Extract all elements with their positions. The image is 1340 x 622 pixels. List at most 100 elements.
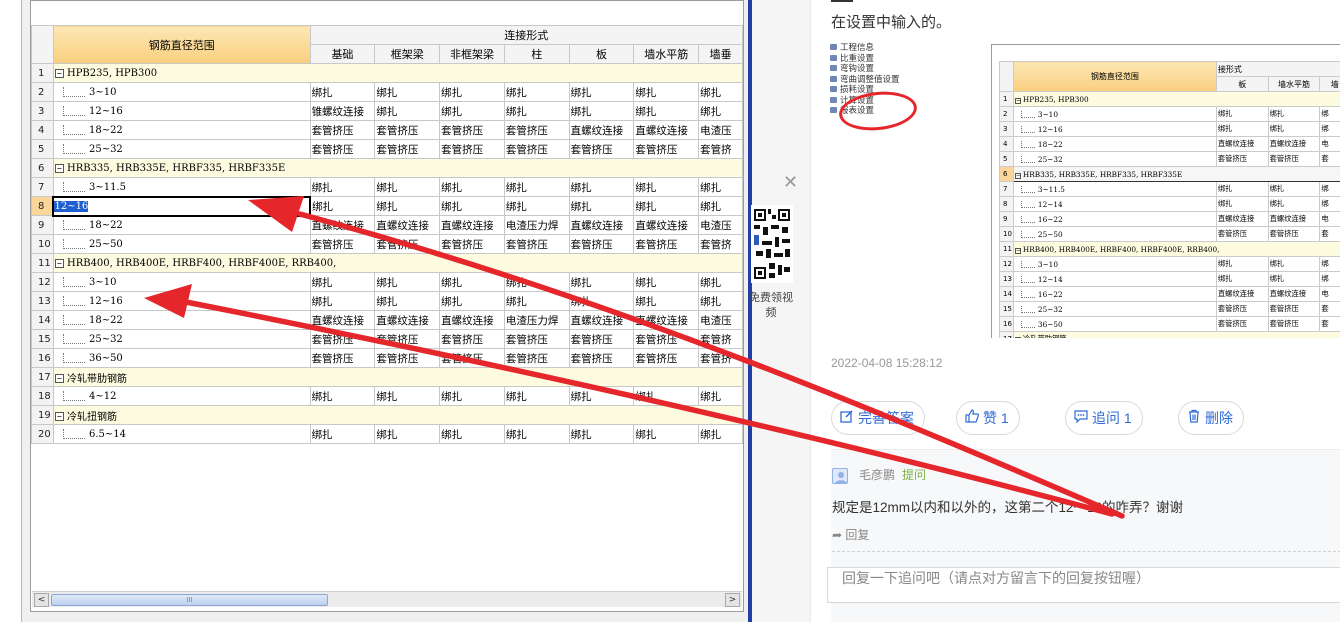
table-row[interactable]: 1− HPB235, HPB300 <box>31 63 743 83</box>
column-header[interactable]: 墙垂 <box>698 44 743 64</box>
scroll-thumb[interactable]: III <box>51 594 328 606</box>
row-number[interactable]: 11 <box>31 253 54 273</box>
connection-cell[interactable]: 绑扎 <box>698 386 743 406</box>
range-cell[interactable]: 18~22 <box>52 310 311 330</box>
like-button[interactable]: 赞 1 <box>956 401 1020 435</box>
connection-cell[interactable]: 套管挤压 <box>568 329 635 349</box>
connection-cell[interactable]: 绑扎 <box>439 424 505 444</box>
range-cell[interactable]: 18~22 <box>52 215 311 235</box>
connection-cell[interactable]: 绑扎 <box>698 82 743 102</box>
connection-cell[interactable]: 电渣压 <box>698 120 743 140</box>
row-number[interactable]: 6 <box>31 158 54 178</box>
connection-cell[interactable]: 直螺纹连接 <box>309 310 376 330</box>
connection-cell[interactable]: 套管挤压 <box>309 348 376 368</box>
connection-cell[interactable]: 套管挤压 <box>633 139 700 159</box>
connection-cell[interactable]: 绑扎 <box>633 177 700 197</box>
connection-cell[interactable]: 直螺纹连接 <box>633 310 700 330</box>
collapse-toggle-icon[interactable]: − <box>54 163 64 173</box>
connection-cell[interactable]: 绑扎 <box>568 424 635 444</box>
connection-cell[interactable]: 绑扎 <box>439 272 505 292</box>
connection-cell[interactable]: 套管挤压 <box>633 234 700 254</box>
range-cell[interactable]: 12~16 <box>52 291 311 311</box>
connection-cell[interactable]: 直螺纹连接 <box>568 120 635 140</box>
connection-cell[interactable]: 套管挤压 <box>309 139 376 159</box>
connection-cell[interactable]: 绑扎 <box>439 196 505 216</box>
connection-cell[interactable]: 绑扎 <box>374 272 441 292</box>
connection-cell[interactable]: 电渣压力焊 <box>503 215 570 235</box>
connection-cell[interactable]: 绑扎 <box>568 291 635 311</box>
connection-cell[interactable]: 绑扎 <box>503 272 570 292</box>
connection-cell[interactable]: 绑扎 <box>374 101 441 121</box>
group-label-cell[interactable]: − HRB400, HRB400E, HRBF400, HRBF400E, RRB… <box>52 253 743 273</box>
row-number[interactable]: 5 <box>31 139 54 159</box>
row-number[interactable]: 20 <box>31 424 54 444</box>
connection-cell[interactable]: 绑扎 <box>633 196 700 216</box>
connection-cell[interactable]: 绑扎 <box>503 177 570 197</box>
row-number[interactable]: 8 <box>31 196 54 216</box>
row-number[interactable]: 1 <box>31 63 54 83</box>
connection-cell[interactable]: 绑扎 <box>309 291 376 311</box>
collapse-toggle-icon[interactable]: − <box>54 374 64 383</box>
row-number[interactable]: 7 <box>31 177 54 197</box>
table-row[interactable]: 2 3~10 绑扎 绑扎 绑扎 绑扎 绑扎 绑扎 绑扎 <box>31 82 743 102</box>
connection-cell[interactable]: 绑扎 <box>568 177 635 197</box>
connection-cell[interactable]: 绑扎 <box>309 424 376 444</box>
connection-cell[interactable]: 绑扎 <box>698 291 743 311</box>
connection-cell[interactable]: 套管挤 <box>698 348 743 368</box>
connection-cell[interactable]: 绑扎 <box>439 101 505 121</box>
connection-cell[interactable]: 绑扎 <box>633 424 700 444</box>
connection-cell[interactable]: 直螺纹连接 <box>633 215 700 235</box>
scroll-left-button[interactable]: < <box>34 593 49 607</box>
reply-link[interactable]: ➦ 回复 <box>832 526 869 543</box>
group-label-cell[interactable]: − 冷轧带肋钢筋 <box>52 367 743 387</box>
connection-cell[interactable]: 套管挤压 <box>309 234 376 254</box>
connection-cell[interactable]: 绑扎 <box>503 386 570 406</box>
connection-cell[interactable]: 绑扎 <box>568 196 635 216</box>
connection-cell[interactable]: 套管挤压 <box>374 139 441 159</box>
connection-cell[interactable]: 绑扎 <box>633 101 700 121</box>
improve-answer-button[interactable]: 完善答案 <box>831 401 925 435</box>
row-number[interactable]: 18 <box>31 386 54 406</box>
connection-cell[interactable]: 套管挤压 <box>374 234 441 254</box>
connection-cell[interactable]: 电渣压 <box>698 310 743 330</box>
connection-cell[interactable]: 绑扎 <box>309 196 376 216</box>
column-header[interactable]: 框架梁 <box>374 44 441 64</box>
table-row[interactable]: 9 18~22 直螺纹连接 直螺纹连接 直螺纹连接 电渣压力焊 直螺纹连接 直螺纹连接 电渣压 <box>31 215 743 235</box>
table-row[interactable]: 6− HRB335, HRB335E, HRBF335, HRBF335E <box>31 158 743 178</box>
connection-cell[interactable]: 直螺纹连接 <box>374 215 441 235</box>
reply-input[interactable]: 回复一下追问吧（请点对方留言下的回复按钮喔） <box>827 567 1340 603</box>
close-icon[interactable]: ✕ <box>783 172 798 193</box>
group-label-cell[interactable]: − HPB235, HPB300 <box>52 63 743 83</box>
collapse-toggle-icon[interactable]: − <box>54 68 64 78</box>
connection-cell[interactable]: 直螺纹连接 <box>309 215 376 235</box>
connection-cell[interactable]: 套管挤压 <box>374 120 441 140</box>
range-cell[interactable]: 25~50 <box>52 234 311 254</box>
connection-cell[interactable]: 套管挤压 <box>439 329 505 349</box>
connection-cell[interactable]: 套管挤压 <box>309 329 376 349</box>
connection-cell[interactable]: 绑扎 <box>568 82 635 102</box>
connection-cell[interactable]: 直螺纹连接 <box>568 310 635 330</box>
column-header[interactable]: 板 <box>568 44 635 64</box>
range-cell[interactable]: 12~16 <box>52 195 312 217</box>
qr-code-icon[interactable] <box>751 205 793 283</box>
range-cell[interactable]: 18~22 <box>52 120 311 140</box>
connection-cell[interactable]: 绑扎 <box>503 101 570 121</box>
connection-cell[interactable]: 绑扎 <box>698 196 743 216</box>
row-number[interactable]: 17 <box>31 367 54 387</box>
column-header[interactable]: 柱 <box>503 44 570 64</box>
connection-cell[interactable]: 锥螺纹连接 <box>309 101 376 121</box>
row-number[interactable]: 12 <box>31 272 54 292</box>
connection-cell[interactable]: 电渣压 <box>698 215 743 235</box>
connection-cell[interactable]: 套管挤压 <box>633 348 700 368</box>
connection-cell[interactable]: 绑扎 <box>439 82 505 102</box>
connection-cell[interactable]: 套管挤压 <box>568 348 635 368</box>
connection-cell[interactable]: 绑扎 <box>309 82 376 102</box>
connection-cell[interactable]: 绑扎 <box>374 291 441 311</box>
connection-cell[interactable]: 套管挤压 <box>374 348 441 368</box>
connection-cell[interactable]: 绑扎 <box>698 272 743 292</box>
collapse-toggle-icon[interactable]: − <box>54 412 64 421</box>
answer-screenshot-image[interactable]: 工程信息 比重设置 弯钩设置 弯曲调整值设置 损耗设置 计算设置 报表设置 钢筋直径范围 接… <box>829 42 1340 338</box>
row-number[interactable]: 19 <box>31 405 54 425</box>
row-number[interactable]: 13 <box>31 291 54 311</box>
range-cell[interactable]: 25~32 <box>52 329 311 349</box>
